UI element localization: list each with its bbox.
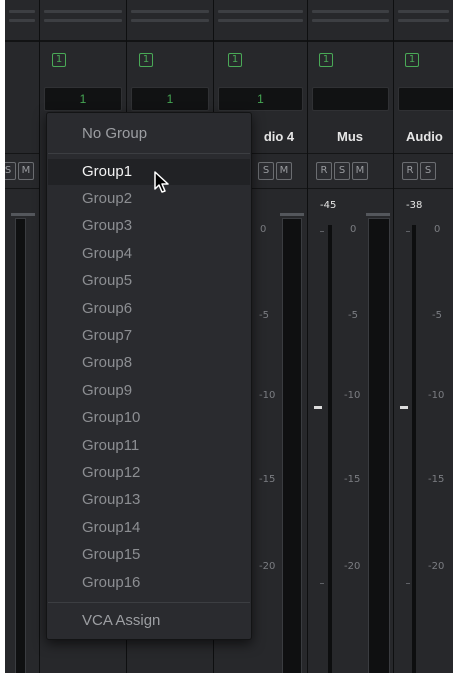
menu-item-group[interactable]: Group15 <box>48 542 250 568</box>
track-name[interactable]: Mus <box>320 125 380 149</box>
group-indicator[interactable]: 1 <box>139 53 153 67</box>
menu-item-group[interactable]: Group9 <box>48 378 250 404</box>
level-meter <box>368 218 390 673</box>
scale-label: -10 <box>259 390 276 401</box>
channel-strip: 1 Audio R S -38 0 -5 -10 -15 -20 <box>394 0 453 673</box>
solo-button[interactable]: S <box>420 162 436 180</box>
menu-item-group[interactable]: Group7 <box>48 323 250 349</box>
rsm-buttons: S M <box>258 162 292 180</box>
group-selector[interactable]: 1 <box>131 87 209 111</box>
scale-label: -20 <box>428 561 445 572</box>
group-selector[interactable] <box>398 87 453 111</box>
scale-label: -5 <box>348 310 358 321</box>
menu-item-group[interactable]: Group10 <box>48 405 250 431</box>
scale-label: -5 <box>259 310 269 321</box>
fader-track[interactable] <box>328 225 332 673</box>
solo-button[interactable]: S <box>5 162 16 180</box>
group-indicator[interactable]: 1 <box>319 53 333 67</box>
menu-item-group[interactable]: Group1 <box>48 159 250 185</box>
group-selector[interactable]: 1 <box>44 87 122 111</box>
scale-label: -20 <box>344 561 361 572</box>
scale-label: -10 <box>344 390 361 401</box>
menu-item-group[interactable]: Group14 <box>48 515 250 541</box>
menu-item-group[interactable]: Group11 <box>48 433 250 459</box>
group-indicator[interactable]: 1 <box>228 53 242 67</box>
track-name[interactable]: dio 4 <box>254 125 304 149</box>
fader-track[interactable] <box>412 225 416 673</box>
menu-item-group[interactable]: Group8 <box>48 350 250 376</box>
channel-strip: 1 Mus R S M -45 0 -5 -10 -15 -20 <box>308 0 393 673</box>
peak-readout: -38 <box>406 200 423 211</box>
record-button[interactable]: R <box>316 162 332 180</box>
scale-label: -15 <box>344 474 361 485</box>
menu-item-vca-assign[interactable]: VCA Assign <box>48 608 250 634</box>
record-button[interactable]: R <box>402 162 418 180</box>
mute-button[interactable]: M <box>352 162 368 180</box>
group-indicator[interactable]: 1 <box>405 53 419 67</box>
group-indicator[interactable]: 1 <box>52 53 66 67</box>
scale-label: -15 <box>259 474 276 485</box>
fader-handle[interactable] <box>400 406 408 409</box>
menu-item-group[interactable]: Group5 <box>48 268 250 294</box>
track-name[interactable]: Audio <box>406 125 453 149</box>
scale-label: 0 <box>350 224 357 235</box>
menu-item-group[interactable]: Group12 <box>48 460 250 486</box>
fader-handle[interactable] <box>314 406 322 409</box>
solo-button[interactable]: S <box>258 162 274 180</box>
menu-item-group[interactable]: Group13 <box>48 487 250 513</box>
level-meter <box>15 218 26 673</box>
rsm-buttons: S M <box>5 162 34 180</box>
scale-label: -5 <box>432 310 442 321</box>
mouse-pointer-icon <box>154 171 169 193</box>
mute-button[interactable]: M <box>18 162 34 180</box>
group-selector[interactable] <box>312 87 389 111</box>
scale-label: -15 <box>428 474 445 485</box>
menu-item-group[interactable]: Group3 <box>48 213 250 239</box>
mute-button[interactable]: M <box>276 162 292 180</box>
scale-label: -20 <box>259 561 276 572</box>
menu-item-group[interactable]: Group2 <box>48 186 250 212</box>
group-dropdown-menu: No Group Group1 Group2 Group3 Group4 Gro… <box>46 112 252 640</box>
peak-readout: -45 <box>320 200 337 211</box>
track-name[interactable]: h <box>5 125 17 149</box>
menu-item-group[interactable]: Group4 <box>48 241 250 267</box>
scale-label: 0 <box>434 224 441 235</box>
scale-label: 0 <box>260 224 267 235</box>
menu-item-group[interactable]: Group16 <box>48 570 250 596</box>
menu-item-group[interactable]: Group6 <box>48 296 250 322</box>
solo-button[interactable]: S <box>334 162 350 180</box>
scale-label: -10 <box>428 390 445 401</box>
level-meter <box>282 218 302 673</box>
group-selector[interactable]: 1 <box>218 87 303 111</box>
rsm-buttons: R S M <box>316 162 368 180</box>
menu-item-no-group[interactable]: No Group <box>48 121 250 147</box>
channel-strip: h S M <box>5 0 39 673</box>
rsm-buttons: R S <box>402 162 436 180</box>
